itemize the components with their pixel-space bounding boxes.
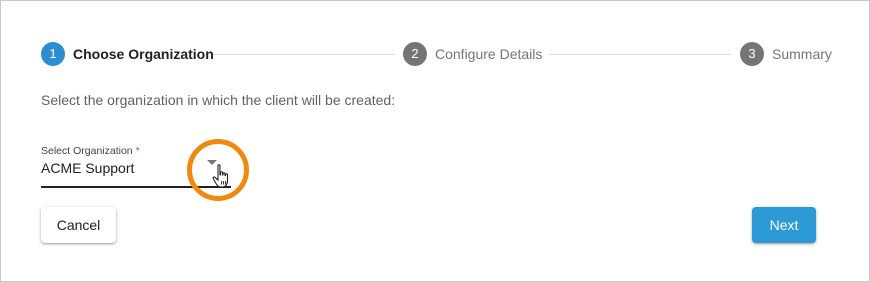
step-number-badge: 2 bbox=[403, 42, 427, 66]
step-label: Summary bbox=[772, 46, 832, 62]
step-label: Choose Organization bbox=[73, 46, 214, 62]
organization-select[interactable]: Select Organization * ACME Support bbox=[41, 145, 231, 188]
organization-select-value: ACME Support bbox=[41, 160, 135, 176]
cancel-button[interactable]: Cancel bbox=[41, 207, 116, 243]
instructions-text: Select the organization in which the cli… bbox=[41, 92, 396, 108]
select-underline bbox=[41, 186, 231, 188]
wizard-stepper: 1 Choose Organization 2 Configure Detail… bbox=[41, 42, 833, 66]
step-connector bbox=[549, 54, 731, 55]
required-marker: * bbox=[135, 145, 140, 157]
chevron-down-icon[interactable] bbox=[207, 160, 217, 165]
step-number-badge: 1 bbox=[41, 42, 65, 66]
step-label: Configure Details bbox=[435, 46, 543, 62]
next-button[interactable]: Next bbox=[752, 207, 816, 243]
dialog-panel: 1 Choose Organization 2 Configure Detail… bbox=[0, 0, 870, 282]
step-connector bbox=[213, 54, 395, 55]
step-number-badge: 3 bbox=[740, 42, 764, 66]
select-label-text: Select Organization bbox=[41, 145, 133, 157]
step-configure-details[interactable]: 2 Configure Details bbox=[403, 42, 542, 66]
step-choose-organization[interactable]: 1 Choose Organization bbox=[41, 42, 214, 66]
organization-select-label: Select Organization * bbox=[41, 145, 140, 157]
step-summary[interactable]: 3 Summary bbox=[740, 42, 832, 66]
